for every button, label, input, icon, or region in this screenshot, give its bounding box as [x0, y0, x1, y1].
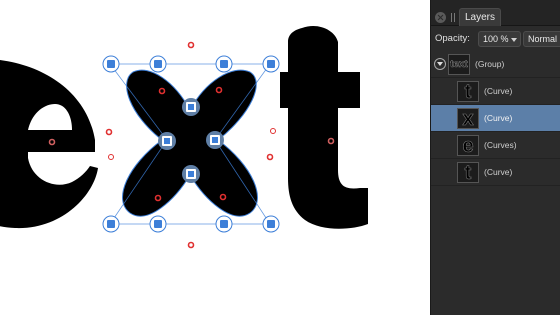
layers-panel: Layers Opacity: 100 % Normal text (Group)…: [430, 0, 560, 315]
layer-thumbnail: e: [457, 135, 479, 156]
tab-layers[interactable]: Layers: [459, 8, 502, 26]
layer-name: (Curves): [484, 140, 517, 150]
node-bottom: [182, 165, 200, 183]
layer-row[interactable]: x (Curve): [431, 105, 560, 132]
handle-top-mid-left: [149, 55, 167, 73]
layer-name: (Curve): [484, 113, 513, 123]
layer-thumbnail: t: [457, 162, 479, 183]
layer-thumbnail-glyph: t: [464, 162, 472, 183]
handle-top-mid-right: [215, 55, 233, 73]
layer-name: (Group): [475, 59, 505, 69]
handle-bottom-mid-right: [215, 215, 233, 233]
chevron-down-icon: [511, 38, 517, 42]
canvas-artwork[interactable]: [0, 0, 430, 315]
glyph-x[interactable]: [122, 69, 258, 217]
layer-name: (Curve): [484, 86, 513, 96]
layer-row[interactable]: e (Curves): [431, 132, 560, 159]
opacity-dropdown[interactable]: 100 %: [478, 31, 521, 47]
node-left: [158, 132, 176, 150]
handle-bottom-mid-left: [149, 215, 167, 233]
design-canvas[interactable]: [0, 0, 430, 315]
layer-thumbnail-glyph: text: [450, 59, 468, 71]
handle-bottom-right: [262, 215, 280, 233]
handle-top-right: [262, 55, 280, 73]
panel-header: Layers: [431, 0, 560, 26]
opacity-row: Opacity: 100 % Normal: [431, 27, 560, 51]
handle-top-left: [102, 55, 120, 73]
layer-row[interactable]: text (Group): [431, 51, 560, 78]
layer-thumbnail-glyph: e: [462, 135, 474, 156]
layer-thumbnail: t: [457, 81, 479, 102]
layer-thumbnail: x: [457, 108, 479, 129]
close-icon[interactable]: [435, 12, 446, 23]
layer-row[interactable]: t (Curve): [431, 159, 560, 186]
disclosure-toggle-icon[interactable]: [434, 58, 446, 70]
handle-bottom-left: [102, 215, 120, 233]
opacity-value: 100 %: [483, 34, 509, 44]
opacity-label: Opacity:: [435, 33, 470, 44]
drag-handle-icon[interactable]: [451, 13, 455, 22]
layer-row[interactable]: t (Curve): [431, 78, 560, 105]
layer-name: (Curve): [484, 167, 513, 177]
blend-mode-dropdown[interactable]: Normal: [523, 31, 560, 47]
layer-thumbnail: text: [448, 54, 470, 75]
node-top: [182, 98, 200, 116]
node-right: [206, 131, 224, 149]
glyph-t[interactable]: [280, 25, 368, 229]
layer-thumbnail-glyph: t: [464, 81, 472, 102]
layer-thumbnail-glyph: x: [462, 108, 474, 129]
